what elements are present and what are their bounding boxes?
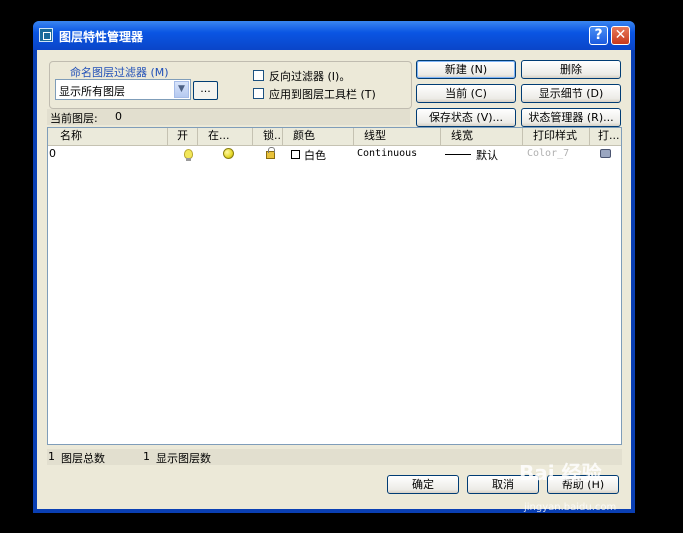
ok-button[interactable]: 确定 [387,475,459,494]
new-layer-button[interactable]: 新建 (N) [416,60,516,79]
lock-icon[interactable] [266,147,275,159]
layer-properties-window: 图层特性管理器 ? ✕ 命名图层过滤器 (M) 显示所有图层 ▼ ... 反向过… [33,21,635,513]
layer-list[interactable]: 名称 开 在... 锁... 颜色 线型 线宽 打印样式 打... 0 白色 C… [47,127,622,445]
total-label: 图层总数 [61,452,105,465]
shown-label: 显示图层数 [156,452,211,465]
title-bar[interactable]: 图层特性管理器 ? ✕ [33,21,635,50]
save-state-button[interactable]: 保存状态 (V)... [416,108,516,127]
chevron-down-icon[interactable]: ▼ [174,81,189,98]
col-lineweight[interactable]: 线宽 [441,128,523,145]
set-current-button[interactable]: 当前 (C) [416,84,516,103]
filter-dropdown[interactable]: 显示所有图层 ▼ [55,79,191,100]
dialog-body: 命名图层过滤器 (M) 显示所有图层 ▼ ... 反向过滤器 (I)。 应用到图… [37,50,631,509]
shown-count: 1 [143,450,150,463]
show-details-button[interactable]: 显示细节 (D) [521,84,621,103]
help-icon[interactable]: ? [589,26,608,45]
current-layer-bar: 当前图层: 0 [47,109,410,125]
filter-group-label: 命名图层过滤器 (M) [68,64,171,80]
layer-plotstyle: Color_7 [527,148,570,159]
sun-icon[interactable] [223,148,234,159]
filter-group: 命名图层过滤器 (M) 显示所有图层 ▼ ... 反向过滤器 (I)。 应用到图… [49,61,412,109]
layer-lineweight[interactable]: 默认 [476,147,498,163]
table-row[interactable]: 0 白色 Continuous 默认 Color_7 [48,146,621,163]
filter-dropdown-value: 显示所有图层 [59,85,125,98]
col-plotstyle[interactable]: 打印样式 [523,128,590,145]
total-count: 1 [48,450,55,463]
col-color[interactable]: 颜色 [283,128,354,145]
layer-color[interactable]: 白色 [304,147,326,163]
color-swatch[interactable] [291,150,300,159]
current-layer-value: 0 [115,110,122,123]
col-linetype[interactable]: 线型 [354,128,441,145]
col-plot[interactable]: 打... [590,128,621,145]
col-on[interactable]: 开 [168,128,198,145]
app-icon [39,28,53,42]
watermark-url: jingyan.baidu.com [524,502,617,513]
filter-ellipsis-button[interactable]: ... [193,81,218,100]
lineweight-sample [445,154,471,155]
col-lock[interactable]: 锁... [253,128,283,145]
printer-icon[interactable] [600,149,611,158]
layer-list-header: 名称 开 在... 锁... 颜色 线型 线宽 打印样式 打... [48,128,621,146]
invert-filter-checkbox[interactable] [253,70,264,81]
close-icon[interactable]: ✕ [611,26,630,45]
bulb-icon[interactable] [184,149,193,161]
layer-linetype[interactable]: Continuous [357,148,417,159]
baidu-watermark: Bai 经验 [519,461,602,485]
col-freeze[interactable]: 在... [198,128,253,145]
invert-filter-label: 反向过滤器 (I)。 [269,70,351,83]
col-name[interactable]: 名称 [48,128,168,145]
layer-name[interactable]: 0 [49,147,56,160]
window-title: 图层特性管理器 [59,30,144,44]
apply-toolbar-checkbox[interactable] [253,88,264,99]
delete-layer-button[interactable]: 删除 [521,60,621,79]
apply-toolbar-label: 应用到图层工具栏 (T) [269,88,376,101]
current-layer-label: 当前图层: [50,112,98,125]
state-manager-button[interactable]: 状态管理器 (R)... [521,108,621,127]
